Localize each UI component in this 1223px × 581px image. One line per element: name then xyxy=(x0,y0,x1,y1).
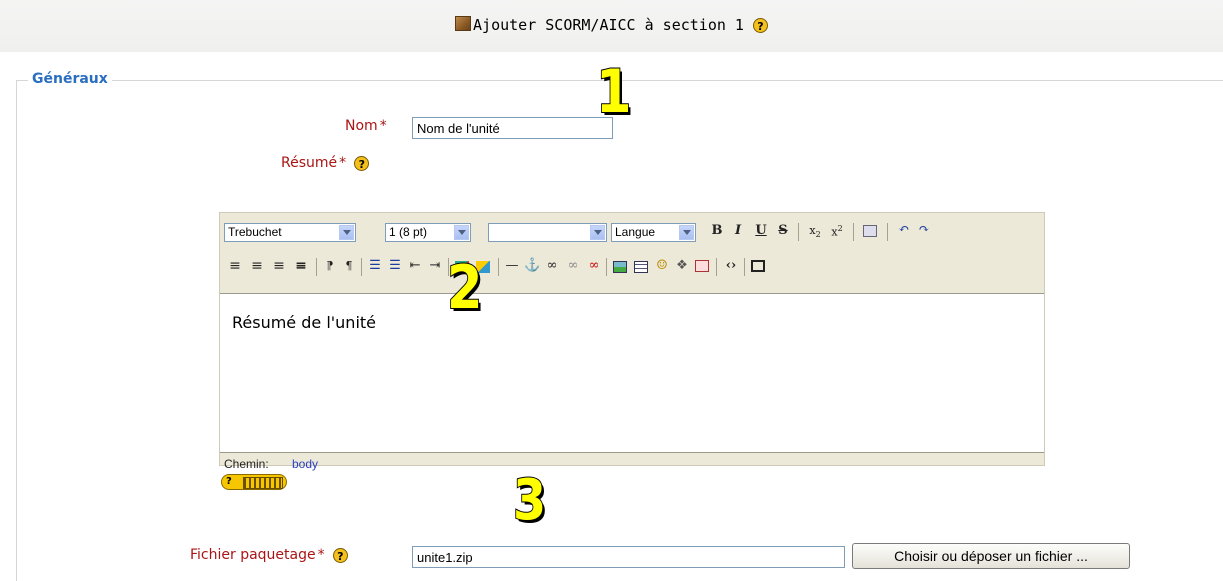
page-title-text: Ajouter SCORM/AICC à section 1 xyxy=(473,16,744,34)
package-file-input[interactable] xyxy=(412,546,845,568)
unordered-list-icon[interactable]: ☰ xyxy=(388,257,402,275)
horizontal-rule-icon[interactable]: — xyxy=(504,257,520,275)
path-body-link[interactable]: body xyxy=(292,457,318,471)
toolbar-separator xyxy=(716,258,717,276)
anchor-icon[interactable]: ⚓ xyxy=(524,257,540,275)
align-left-icon[interactable]: ≡ xyxy=(228,257,242,275)
format-select[interactable] xyxy=(488,223,607,242)
html-editor: Trebuchet 1 (8 pt) Langue B I U S x2 x2 … xyxy=(219,212,1045,471)
search-replace-icon[interactable] xyxy=(695,260,709,272)
image-icon[interactable] xyxy=(613,261,627,273)
rtl-icon[interactable]: ¶ xyxy=(342,257,356,275)
toolbar-separator xyxy=(798,223,799,241)
align-justify-icon[interactable]: ≡ xyxy=(294,257,308,275)
annotation-3: 3 xyxy=(512,468,547,533)
chevron-down-icon xyxy=(454,225,469,240)
name-label: Nom xyxy=(345,118,378,134)
summary-help-icon[interactable]: ? xyxy=(354,156,370,171)
nolink-icon[interactable]: ∞ xyxy=(586,257,602,275)
toolbar-separator xyxy=(606,258,607,276)
chevron-down-icon xyxy=(339,225,354,240)
package-box-icon xyxy=(455,16,472,31)
ordered-list-icon[interactable]: ☰ xyxy=(368,257,382,275)
link-icon[interactable]: ∞ xyxy=(544,257,560,275)
choose-file-button[interactable]: Choisir ou déposer un fichier ... xyxy=(852,543,1130,569)
ltr-icon[interactable]: ⁋ xyxy=(323,257,337,275)
align-center-icon[interactable]: ≡ xyxy=(250,257,264,275)
help-icon[interactable]: ? xyxy=(752,18,768,33)
font-family-select[interactable]: Trebuchet xyxy=(224,223,356,242)
fieldset-legend: Généraux xyxy=(28,71,112,87)
page-title: Ajouter SCORM/AICC à section 1 ? xyxy=(0,16,1223,34)
editor-content-text: Résumé de l'unité xyxy=(232,313,377,332)
name-label-row: Nom * xyxy=(345,118,387,134)
redo-icon[interactable]: ↷ xyxy=(916,221,932,239)
chevron-down-icon xyxy=(679,225,694,240)
unlink-icon[interactable]: ∞ xyxy=(565,257,581,275)
toolbar-separator xyxy=(853,223,854,241)
fullscreen-icon[interactable] xyxy=(751,260,765,272)
outdent-icon[interactable]: ⇤ xyxy=(408,257,422,275)
summary-label: Résumé xyxy=(281,155,338,171)
summary-label-row: Résumé * ? xyxy=(281,155,370,171)
font-family-value: Trebuchet xyxy=(228,225,282,239)
special-char-icon[interactable]: ❖ xyxy=(674,257,690,275)
font-size-value: 1 (8 pt) xyxy=(389,225,428,239)
italic-button[interactable]: I xyxy=(730,222,746,240)
editor-content-area[interactable]: Résumé de l'unité xyxy=(220,293,1044,453)
html-source-icon[interactable]: ‹› xyxy=(722,257,740,275)
toolbar-separator xyxy=(887,223,888,241)
chevron-down-icon xyxy=(590,225,605,240)
undo-icon[interactable]: ↶ xyxy=(896,221,912,239)
subscript-button[interactable]: x2 xyxy=(806,222,824,240)
word-paste-icon[interactable] xyxy=(863,225,877,237)
required-marker: * xyxy=(317,547,325,563)
path-label: Chemin: xyxy=(224,457,269,471)
annotation-2: 2 xyxy=(446,253,483,323)
underline-button[interactable]: U xyxy=(753,222,769,240)
language-select[interactable]: Langue xyxy=(611,223,696,242)
package-label-row: Fichier paquetage * ? xyxy=(190,547,348,563)
required-marker: * xyxy=(339,155,347,171)
toolbar-separator xyxy=(744,258,745,276)
package-label: Fichier paquetage xyxy=(190,547,316,563)
toolbar-separator xyxy=(316,258,317,276)
table-icon[interactable] xyxy=(634,261,648,273)
keyboard-icon xyxy=(243,477,283,489)
annotation-1: 1 xyxy=(595,57,632,127)
smiley-icon[interactable]: ☺ xyxy=(654,257,670,275)
align-right-icon[interactable]: ≡ xyxy=(272,257,286,275)
superscript-button[interactable]: x2 xyxy=(828,220,846,239)
font-size-select[interactable]: 1 (8 pt) xyxy=(385,223,471,242)
language-value: Langue xyxy=(615,225,656,239)
strikethrough-button[interactable]: S xyxy=(775,222,791,240)
toolbar-separator xyxy=(498,258,499,276)
toolbar-separator xyxy=(361,258,362,276)
keyboard-help-icon[interactable]: ? xyxy=(221,474,287,490)
required-marker: * xyxy=(379,118,387,134)
indent-icon[interactable]: ⇥ xyxy=(428,257,442,275)
name-input[interactable] xyxy=(412,117,613,139)
bold-button[interactable]: B xyxy=(709,222,725,240)
package-help-icon[interactable]: ? xyxy=(332,548,348,563)
